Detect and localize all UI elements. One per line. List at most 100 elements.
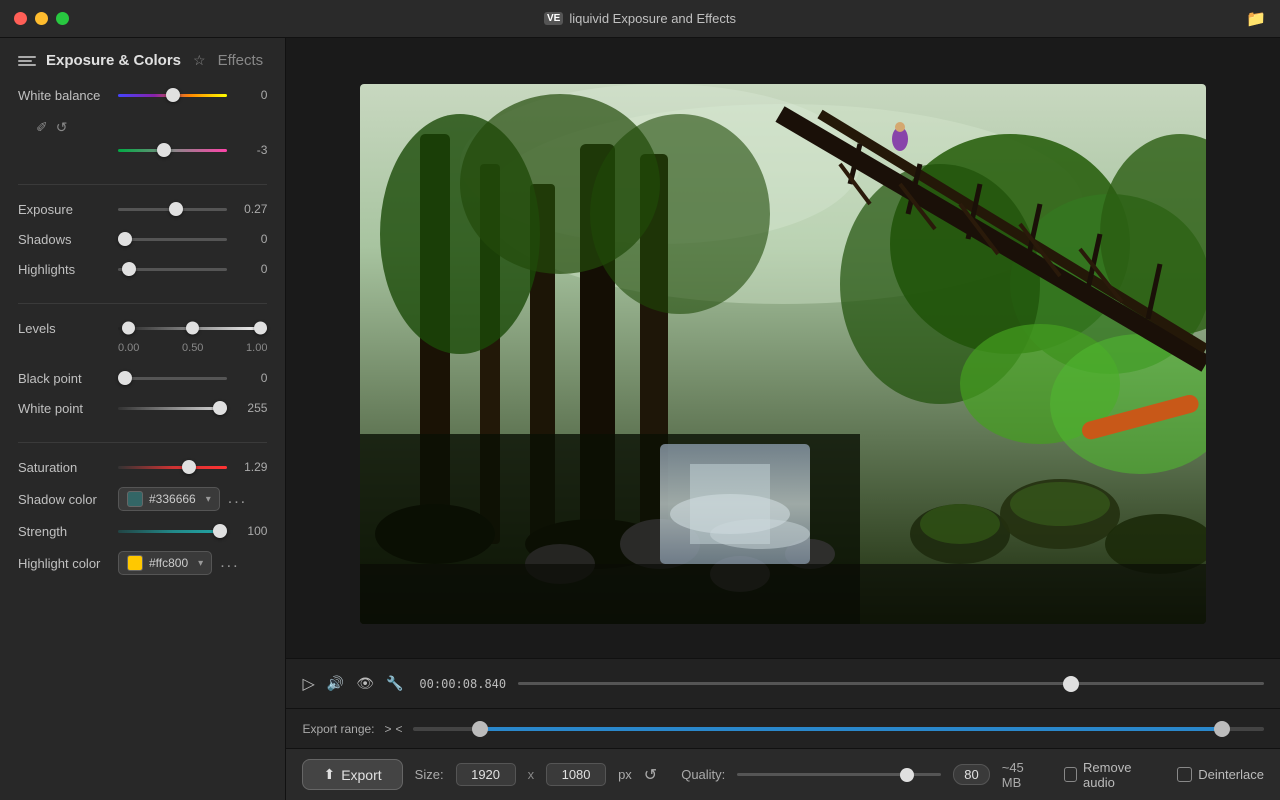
divider1 [18,184,267,185]
white-point-row: White point 255 [18,398,267,418]
highlights-thumb[interactable] [122,262,136,276]
app-title-text: liquivid Exposure and Effects [569,11,736,26]
strength-slider[interactable] [118,521,227,541]
saturation-slider[interactable] [118,457,227,477]
highlight-color-picker[interactable]: #ffc800 ▾ [118,551,212,575]
saturation-value: 1.29 [227,460,267,474]
remove-audio-label: Remove audio [1083,760,1153,790]
volume-button[interactable]: 🔊 [327,675,344,692]
height-input[interactable]: 1080 [546,763,606,786]
levels-label: Levels [18,321,118,336]
folder-icon[interactable]: 📁 [1246,9,1266,29]
export-range-fill [481,727,1222,731]
strength-value: 100 [227,524,267,538]
export-range-slider[interactable] [413,717,1264,741]
exposure-thumb[interactable] [169,202,183,216]
remove-audio-row: Remove audio [1064,760,1153,790]
highlights-slider[interactable] [118,259,227,279]
left-panel: Exposure & Colors ☆ Effects White balanc… [0,38,286,800]
wb-thumb2[interactable] [157,143,171,157]
eye-button[interactable]: 👁 [356,675,374,692]
playback-slider[interactable] [518,674,1264,694]
playback-thumb[interactable] [1063,676,1079,692]
saturation-section: Saturation 1.29 Shadow color #336666 ▾ .… [0,451,285,591]
filesize-label: ~45 MB [1002,760,1040,790]
levels-slider[interactable] [118,318,267,338]
shadow-color-hex: #336666 [149,492,196,506]
deinterlace-label: Deinterlace [1198,767,1264,782]
px-label: px [618,767,632,782]
export-range-left-arrow[interactable]: > [385,722,392,736]
white-balance-row2: -3 [18,140,267,160]
shadow-color-swatch [127,491,143,507]
highlight-color-more-button[interactable]: ... [220,554,239,572]
shadow-color-label: Shadow color [18,492,118,507]
exposure-section: Exposure 0.27 Shadows 0 Highlights [0,193,285,295]
wb-thumb1[interactable] [166,88,180,102]
timecode-display: 00:00:08.840 [419,677,506,691]
black-point-row: Black point 0 [18,368,267,388]
right-area: ▷ 🔊 👁 🔧 00:00:08.840 Export range: > < [286,38,1280,800]
export-range-thumb-left[interactable] [472,721,488,737]
shadows-row: Shadows 0 [18,229,267,249]
blackwhite-section: Black point 0 White point 255 [0,362,285,434]
star-icon[interactable]: ☆ [193,52,206,69]
black-point-label: Black point [18,371,118,386]
white-point-slider[interactable] [118,398,227,418]
white-balance-label: White balance [18,88,118,103]
minimize-button[interactable] [35,12,48,25]
window-controls[interactable] [14,12,69,25]
eyedropper-icon[interactable]: ✐ [36,119,48,136]
quality-value-badge: 80 [953,764,989,785]
levels-thumb-white[interactable] [254,322,267,335]
strength-thumb[interactable] [213,524,227,538]
white-balance-value1: 0 [227,88,267,102]
strength-label: Strength [18,524,118,539]
settings-button[interactable]: 🔧 [386,675,403,692]
export-bar: ⬆ Export Size: 1920 x 1080 px ↺ Quality:… [286,748,1280,800]
white-balance-slider2[interactable] [118,140,227,160]
shadow-color-more-button[interactable]: ... [228,490,247,508]
tab-effects[interactable]: Effects [218,52,264,69]
shadow-color-picker[interactable]: #336666 ▾ [118,487,220,511]
exposure-slider[interactable] [118,199,227,219]
export-range-right-arrow[interactable]: < [396,722,403,736]
eq-icon [18,56,36,66]
quality-thumb[interactable] [900,768,914,782]
exposure-row: Exposure 0.27 [18,199,267,219]
saturation-thumb[interactable] [182,460,196,474]
quality-slider[interactable] [737,765,941,785]
saturation-row: Saturation 1.29 [18,457,267,477]
strength-row: Strength 100 [18,521,267,541]
width-input[interactable]: 1920 [456,763,516,786]
maximize-button[interactable] [56,12,69,25]
export-button[interactable]: ⬆ Export [302,759,402,790]
highlight-color-swatch [127,555,143,571]
play-button[interactable]: ▷ [302,674,314,694]
tab-exposure-colors-label: Exposure & Colors [46,52,181,69]
tab-exposure-colors[interactable]: Exposure & Colors [18,52,181,69]
export-label: Export [341,767,381,783]
black-point-slider[interactable] [118,368,227,388]
reset-wb-icon[interactable]: ↺ [56,119,68,136]
deinterlace-checkbox[interactable] [1177,767,1192,782]
levels-thumb-black[interactable] [122,322,135,335]
highlight-color-dropdown-arrow: ▾ [198,558,203,569]
reset-size-button[interactable]: ↺ [644,765,657,785]
remove-audio-checkbox[interactable] [1064,767,1077,782]
white-point-label: White point [18,401,118,416]
video-content [360,84,1206,624]
shadows-thumb[interactable] [118,232,132,246]
shadows-slider[interactable] [118,229,227,249]
black-point-thumb[interactable] [118,371,132,385]
white-balance-slider1[interactable] [118,85,227,105]
levels-row: Levels [18,318,267,338]
levels-thumb-mid[interactable] [186,322,199,335]
size-separator: x [528,767,535,782]
close-button[interactable] [14,12,27,25]
white-point-thumb[interactable] [213,401,227,415]
shadows-label: Shadows [18,232,118,247]
levels-values: 0.00 0.50 1.00 [18,342,267,362]
shadow-color-row: Shadow color #336666 ▾ ... [18,487,267,511]
export-range-thumb-right[interactable] [1214,721,1230,737]
